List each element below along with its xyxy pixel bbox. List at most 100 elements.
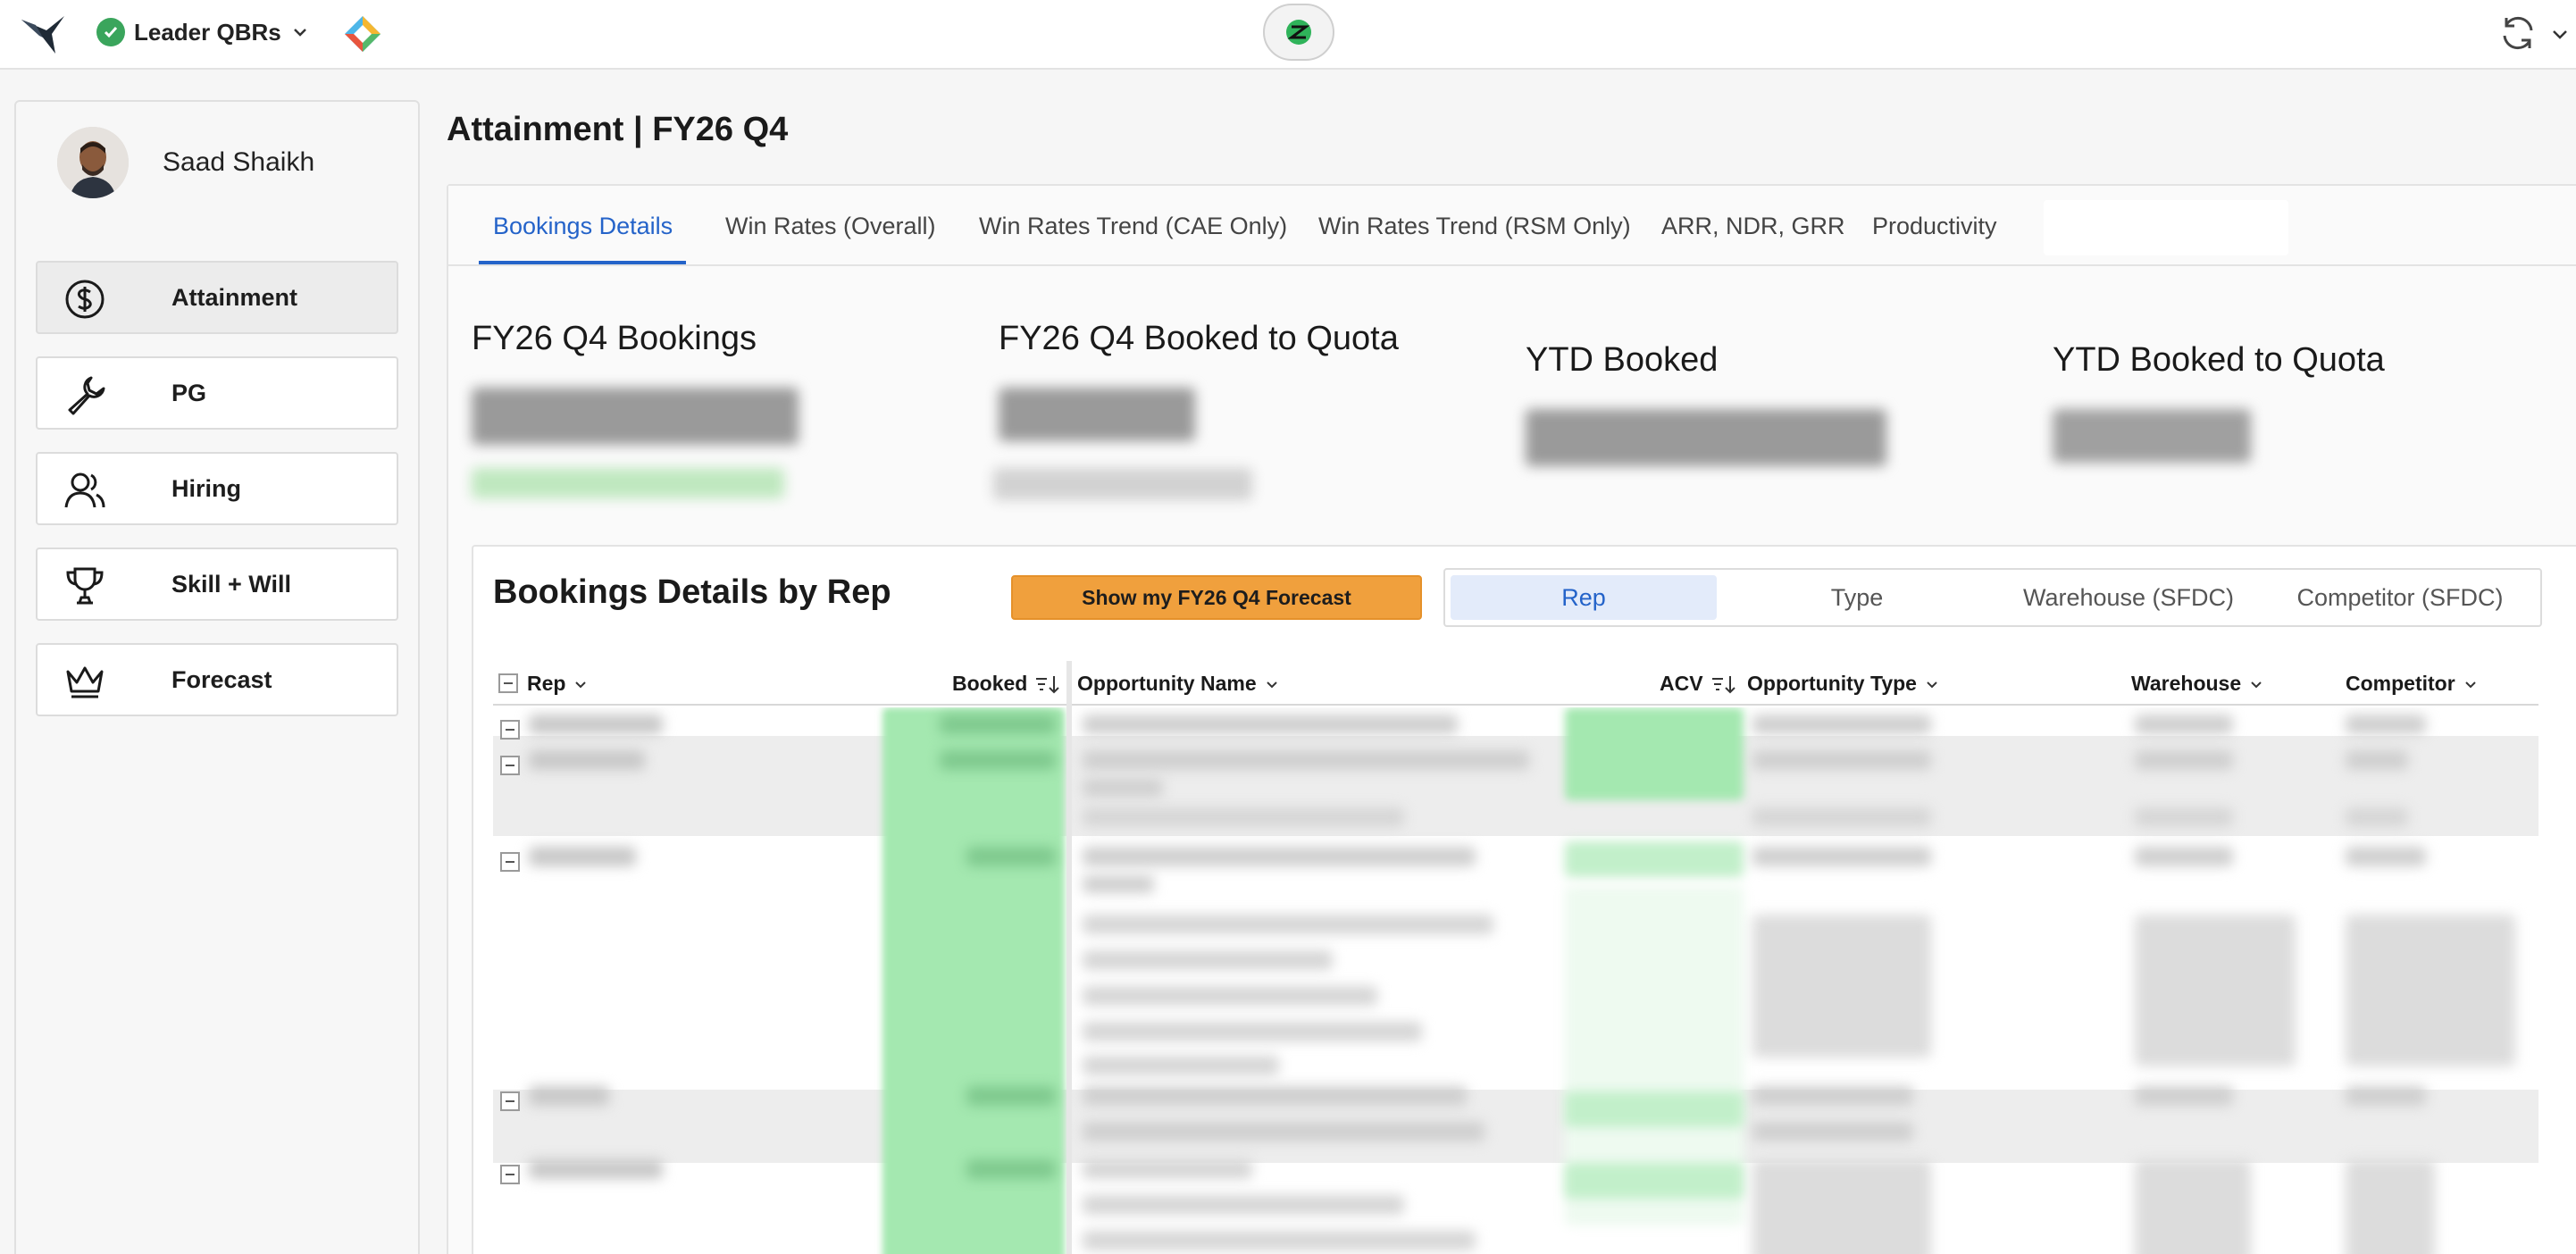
opportunity-name-redacted: [1083, 750, 1529, 770]
collapse-row-icon[interactable]: [500, 1091, 520, 1111]
column-header-warehouse[interactable]: Warehouse: [2131, 672, 2264, 696]
sync-badge[interactable]: [1263, 4, 1334, 61]
column-header-competitor[interactable]: Competitor: [2346, 672, 2479, 696]
column-label: ACV: [1660, 672, 1703, 695]
sidebar-item-label: Forecast: [171, 665, 272, 693]
user-profile: Saad Shaikh: [57, 127, 314, 198]
sidebar-item-label: Hiring: [171, 474, 241, 502]
tab-win-rates-trend-rsm[interactable]: Win Rates Trend (RSM Only): [1318, 213, 1631, 240]
crown-icon: [66, 666, 104, 698]
booked-value-redacted: [966, 847, 1056, 866]
segment-warehouse[interactable]: Warehouse (SFDC): [1995, 575, 2262, 620]
chevron-down-icon: [1266, 681, 1277, 688]
sidebar-item-attainment[interactable]: Attainment: [36, 261, 398, 334]
opportunity-name-redacted: [1083, 1122, 1485, 1141]
booked-value-redacted: [966, 1086, 1056, 1106]
collapse-row-icon[interactable]: [500, 852, 520, 872]
kpi-label: YTD Booked to Quota: [2053, 341, 2385, 379]
opportunity-name-redacted: [1083, 950, 1333, 970]
warehouse-redacted: [2135, 847, 2233, 866]
trophy-icon: [66, 567, 104, 605]
pinned-column-divider[interactable]: [1066, 661, 1072, 1254]
opportunity-name-redacted: [1083, 847, 1476, 866]
column-header-booked[interactable]: Booked: [952, 672, 1060, 696]
column-header-rep[interactable]: Rep: [527, 672, 589, 696]
sidebar-item-pg[interactable]: PG: [36, 356, 398, 430]
competitor-redacted: [2346, 915, 2515, 1066]
user-name: Saad Shaikh: [163, 147, 315, 177]
kpi-value-redacted: [2053, 409, 2251, 463]
column-label: Rep: [527, 672, 566, 695]
colorful-diamond-icon[interactable]: [343, 14, 382, 54]
kpi-value-redacted: [472, 388, 799, 445]
opportunity-type-redacted: [1752, 1122, 1913, 1141]
app-title: Leader QBRs: [134, 18, 281, 46]
opportunity-name-redacted: [1083, 875, 1154, 893]
kpi-value-redacted: [1526, 409, 1886, 466]
kpi-subvalue-redacted: [472, 468, 784, 498]
card-title: Bookings Details by Rep: [493, 573, 891, 611]
chevron-down-icon: [1927, 681, 1937, 688]
tab-win-rates-overall[interactable]: Win Rates (Overall): [725, 213, 936, 240]
tab-win-rates-trend-cae[interactable]: Win Rates Trend (CAE Only): [979, 213, 1287, 240]
bird-logo-icon[interactable]: [20, 13, 66, 55]
sidebar: Saad Shaikh Attainment PG Hiring Skill +…: [14, 100, 420, 1254]
segment-type[interactable]: Type: [1724, 575, 1990, 620]
rep-name-redacted: [529, 1159, 663, 1179]
booked-value-redacted: [940, 715, 1056, 734]
column-header-acv[interactable]: ACV: [1660, 672, 1735, 696]
collapse-row-icon[interactable]: [500, 1165, 520, 1184]
show-forecast-button[interactable]: Show my FY26 Q4 Forecast: [1011, 575, 1422, 620]
rep-name-redacted: [529, 847, 636, 866]
segment-competitor[interactable]: Competitor (SFDC): [2267, 575, 2533, 620]
opportunity-type-redacted: [1752, 715, 1931, 734]
acv-cell-redacted: [1565, 1163, 1744, 1199]
tab-productivity[interactable]: Productivity: [1872, 213, 1997, 240]
page-title: Attainment | FY26 Q4: [447, 111, 789, 148]
collapse-all-icon[interactable]: [498, 673, 518, 693]
collapse-row-icon[interactable]: [500, 756, 520, 775]
collapse-row-icon[interactable]: [500, 720, 520, 740]
sidebar-item-skill-will[interactable]: Skill + Will: [36, 548, 398, 621]
opportunity-name-redacted: [1083, 915, 1493, 934]
app-switcher[interactable]: Leader QBRs: [96, 14, 310, 50]
opportunity-name-redacted: [1083, 779, 1163, 797]
kpi-value-redacted: [999, 388, 1195, 441]
opportunity-name-redacted: [1083, 1086, 1467, 1106]
rep-name-redacted: [529, 715, 663, 734]
table-header: Rep Booked Opportunity Name ACV Opportun…: [493, 661, 2538, 706]
opportunity-name-redacted: [1083, 1195, 1404, 1215]
tab-arr-ndr-grr[interactable]: ARR, NDR, GRR: [1661, 213, 1845, 240]
segment-rep[interactable]: Rep: [1451, 575, 1717, 620]
opportunity-type-redacted: [1752, 915, 1931, 1058]
warehouse-redacted: [2135, 715, 2233, 734]
column-header-opportunity-type[interactable]: Opportunity Type: [1747, 672, 1940, 696]
tab-bookings-details[interactable]: Bookings Details: [493, 213, 673, 240]
column-label: Competitor: [2346, 672, 2455, 695]
sidebar-item-hiring[interactable]: Hiring: [36, 452, 398, 525]
chevron-down-icon[interactable]: [2549, 23, 2571, 45]
kpi-label: FY26 Q4 Booked to Quota: [999, 320, 1399, 357]
wrench-icon: [68, 376, 105, 415]
tab-bar: Bookings Details Win Rates (Overall) Win…: [448, 186, 2576, 266]
opportunity-name-redacted: [1083, 1231, 1476, 1250]
refresh-icon[interactable]: [2497, 13, 2538, 54]
booked-value-redacted: [966, 1159, 1056, 1179]
column-label: Opportunity Type: [1747, 672, 1917, 695]
opportunity-type-redacted: [1752, 750, 1931, 770]
column-header-opportunity-name[interactable]: Opportunity Name: [1077, 672, 1280, 696]
avatar: [57, 127, 129, 198]
opportunity-name-redacted: [1083, 715, 1458, 734]
rep-name-redacted: [529, 1086, 609, 1106]
sidebar-item-forecast[interactable]: Forecast: [36, 643, 398, 716]
warehouse-redacted: [2135, 807, 2233, 827]
bookings-by-rep-card: Bookings Details by Rep Show my FY26 Q4 …: [472, 545, 2576, 1254]
warehouse-redacted: [2135, 915, 2296, 1066]
group-by-segmented-control: Rep Type Warehouse (SFDC) Competitor (SF…: [1443, 568, 2542, 627]
warehouse-redacted: [2135, 1159, 2251, 1254]
opportunity-type-redacted: [1752, 1086, 1913, 1106]
competitor-redacted: [2346, 847, 2426, 866]
tab-placeholder: [2044, 200, 2288, 255]
opportunity-name-redacted: [1083, 1159, 1252, 1179]
opportunity-type-redacted: [1752, 847, 1931, 866]
